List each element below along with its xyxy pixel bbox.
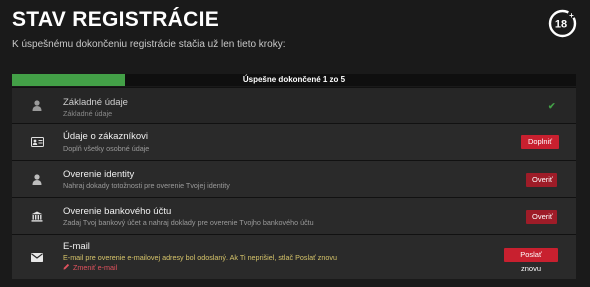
age-18-plus-icon: 18 + <box>548 9 577 38</box>
page-subtitle: K úspešnému dokončeniu registrácie stači… <box>12 39 286 50</box>
step-title: Overenie identity <box>63 169 135 180</box>
progress-label: Úspešne dokončené 1 zo 5 <box>242 75 346 84</box>
step-description: Zadaj Tvoj bankový účet a nahraj doklady… <box>63 218 314 227</box>
svg-text:+: + <box>569 11 574 20</box>
step-description: Základné údaje <box>63 109 113 118</box>
resend-button[interactable]: Poslať znovu <box>504 248 558 273</box>
change-email-link[interactable]: Zmeniť e-mail <box>63 263 117 272</box>
change-email-label: Zmeniť e-mail <box>73 263 118 272</box>
step-basic-info: Základné údaje Základné údaje ✔ <box>12 87 576 123</box>
svg-text:18: 18 <box>555 19 567 31</box>
verify-identity-button[interactable]: Overiť <box>526 173 557 187</box>
step-title: Údaje o zákazníkovi <box>63 131 149 142</box>
complete-button[interactable]: Doplniť <box>521 135 559 149</box>
page-title: STAV REGISTRÁCIE <box>12 8 220 31</box>
step-description: Nahraj dokady totožnosti pre overenie Tv… <box>63 181 230 190</box>
envelope-icon <box>30 250 44 264</box>
registration-steps-list: Základné údaje Základné údaje ✔ Údaje o … <box>12 87 576 279</box>
registration-progress-bar: Úspešne dokončené 1 zo 5 <box>12 74 576 86</box>
pencil-icon <box>63 263 70 272</box>
step-title: Overenie bankového účtu <box>63 206 172 217</box>
verify-bank-button[interactable]: Overiť <box>526 210 557 224</box>
step-bank-account-verification: Overenie bankového účtu Zadaj Tvoj banko… <box>12 197 576 234</box>
id-card-icon <box>30 135 44 149</box>
email-sent-notice: E-mail pre overenie e-mailovej adresy bo… <box>63 253 337 262</box>
step-description: Doplň všetky osobné údaje <box>63 144 150 153</box>
step-identity-verification: Overenie identity Nahraj dokady totožnos… <box>12 160 576 197</box>
step-title: E-mail <box>63 241 90 252</box>
checkmark-icon: ✔ <box>548 101 556 111</box>
user-icon <box>30 99 44 113</box>
step-customer-info: Údaje o zákazníkovi Doplň všetky osobné … <box>12 123 576 160</box>
step-email: E-mail E-mail pre overenie e-mailovej ad… <box>12 234 576 279</box>
user-icon <box>30 172 44 186</box>
step-title: Základné údaje <box>63 97 128 108</box>
bank-icon <box>30 209 44 223</box>
